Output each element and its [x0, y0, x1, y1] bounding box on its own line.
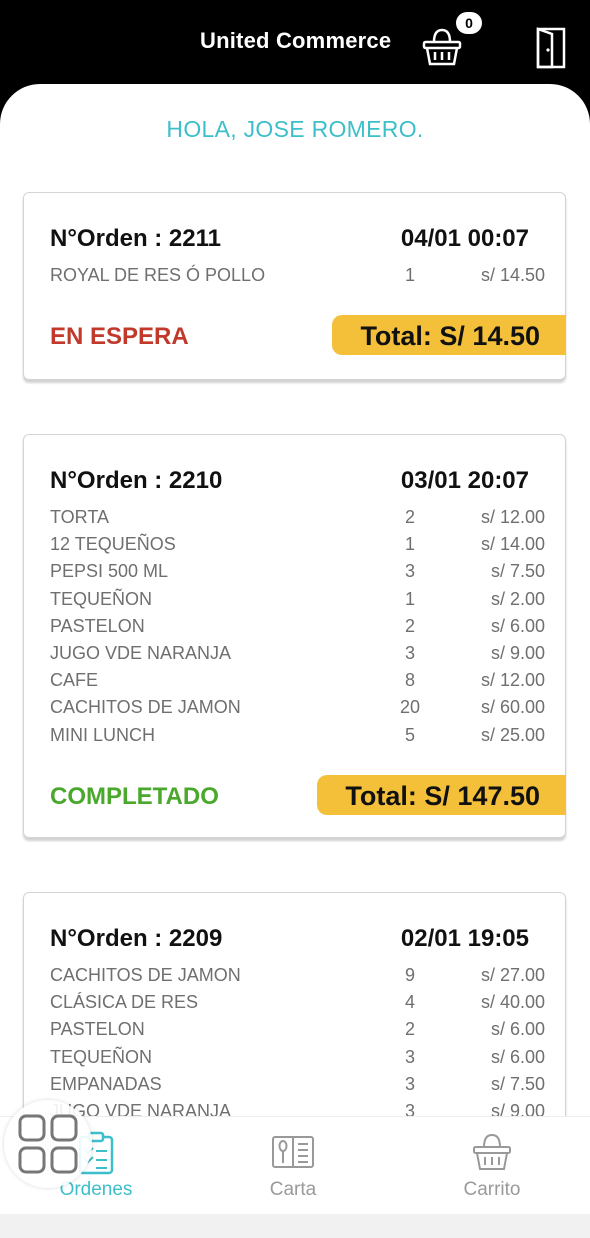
item-qty: 3 — [404, 1100, 415, 1117]
order-item: PEPSI 500 ML 3 s/ 7.50 — [50, 561, 545, 588]
item-name: 12 TEQUEÑOS — [50, 534, 176, 555]
status-badge: EN ESPERA — [50, 323, 189, 350]
item-name: PASTELON — [50, 615, 145, 636]
item-price: s/ 9.00 — [490, 642, 545, 663]
item-name: ROYAL DE RES Ó POLLO — [50, 265, 266, 285]
item-qty: 1 — [404, 588, 415, 609]
order-item: EMPANADAS 3 s/ 7.50 — [50, 1074, 545, 1101]
order-total: Total: S/ 147.50 — [317, 775, 566, 815]
order-item: CACHITOS DE JAMON 20 s/ 60.00 — [50, 697, 545, 724]
item-name: EMPANADAS — [50, 1073, 162, 1094]
order-item: CLÁSICA DE RES 4 s/ 40.00 — [50, 992, 545, 1019]
grid-apps-icon — [18, 1114, 78, 1174]
basket-icon[interactable] — [422, 26, 462, 68]
order-date: 03/01 20:07 — [400, 467, 529, 494]
item-price: s/ 14.50 — [480, 265, 545, 285]
order-card[interactable]: N°Orden : 2211 04/01 00:07 ROYAL DE RES … — [23, 192, 566, 380]
item-price: s/ 6.00 — [490, 615, 545, 636]
order-item: MINI LUNCH 5 s/ 25.00 — [50, 725, 545, 752]
basket-icon — [473, 1133, 511, 1170]
order-item: ROYAL DE RES Ó POLLO 1 s/ 14.50 — [50, 265, 545, 292]
item-qty: 2 — [404, 615, 415, 636]
item-name: TEQUEÑON — [50, 588, 153, 609]
floating-grid-button[interactable] — [4, 1100, 92, 1188]
item-qty: 5 — [404, 724, 415, 745]
item-price: s/ 12.00 — [480, 670, 545, 691]
item-qty: 3 — [404, 1073, 415, 1094]
order-card[interactable]: N°Orden : 2209 02/01 19:05 CACHITOS DE J… — [23, 892, 566, 1117]
order-item: TEQUEÑON 3 s/ 6.00 — [50, 1047, 545, 1074]
order-item: 12 TEQUEÑOS 1 s/ 14.00 — [50, 534, 545, 561]
greeting-text: HOLA, JOSE ROMERO. — [166, 116, 424, 142]
item-name: PASTELON — [50, 1019, 145, 1040]
item-qty: 1 — [404, 534, 415, 555]
door-exit-icon[interactable] — [534, 26, 568, 70]
order-number: N°Orden : 2211 — [50, 225, 221, 252]
gesture-bar — [0, 1214, 590, 1238]
orders-list[interactable]: N°Orden : 2211 04/01 00:07 ROYAL DE RES … — [0, 192, 590, 1117]
nav-carta-label: Carta — [269, 1179, 317, 1200]
item-name: PEPSI 500 ML — [50, 561, 169, 582]
order-total: Total: S/ 14.50 — [332, 315, 566, 355]
menu-book-icon — [272, 1136, 314, 1168]
item-qty: 3 — [404, 642, 415, 663]
item-name: CAFE — [50, 670, 99, 691]
item-name: MINI LUNCH — [50, 724, 156, 745]
item-price: s/ 7.50 — [490, 1073, 545, 1094]
item-name: TORTA — [50, 507, 110, 527]
item-price: s/ 6.00 — [490, 1019, 545, 1040]
order-number: N°Orden : 2210 — [50, 467, 223, 494]
order-item: CAFE 8 s/ 12.00 — [50, 670, 545, 697]
item-name: CLÁSICA DE RES — [50, 992, 199, 1013]
item-name: CACHITOS DE JAMON — [50, 697, 241, 718]
top-bar: United Commerce 0 — [0, 0, 590, 90]
status-badge: COMPLETADO — [50, 783, 219, 810]
item-qty: 3 — [404, 1046, 415, 1067]
item-qty: 8 — [404, 670, 415, 691]
item-name: TEQUEÑON — [50, 1046, 153, 1067]
item-name: CACHITOS DE JAMON — [50, 965, 241, 985]
content-sheet: HOLA, JOSE ROMERO. N°Orden : 2211 04/01 … — [0, 84, 590, 1238]
item-qty: 3 — [404, 561, 415, 582]
order-date: 04/01 00:07 — [400, 225, 529, 252]
order-item: PASTELON 2 s/ 6.00 — [50, 616, 545, 643]
item-qty: 9 — [404, 965, 415, 985]
order-item: TEQUEÑON 1 s/ 2.00 — [50, 589, 545, 616]
item-price: s/ 6.00 — [490, 1046, 545, 1067]
order-item: CACHITOS DE JAMON 9 s/ 27.00 — [50, 965, 545, 992]
nav-carrito[interactable]: Carrito — [432, 1117, 552, 1215]
item-price: s/ 25.00 — [480, 724, 545, 745]
item-qty: 1 — [404, 265, 415, 285]
order-card[interactable]: N°Orden : 2210 03/01 20:07 TORTA 2 s/ 12… — [23, 434, 566, 838]
item-price: s/ 7.50 — [490, 561, 545, 582]
order-item: PASTELON 2 s/ 6.00 — [50, 1019, 545, 1046]
item-price: s/ 14.00 — [480, 534, 545, 555]
order-date: 02/01 19:05 — [400, 925, 529, 952]
order-item: JUGO VDE NARANJA 3 s/ 9.00 — [50, 643, 545, 670]
order-number: N°Orden : 2209 — [50, 925, 223, 952]
order-item: TORTA 2 s/ 12.00 — [50, 507, 545, 534]
item-price: s/ 9.00 — [490, 1100, 545, 1117]
cart-count-badge: 0 — [456, 12, 482, 34]
order-item: JUGO VDE NARANJA 3 s/ 9.00 — [50, 1101, 545, 1117]
nav-carrito-label: Carrito — [463, 1179, 521, 1200]
item-qty: 2 — [404, 507, 415, 527]
item-qty: 20 — [399, 697, 421, 718]
item-name: JUGO VDE NARANJA — [50, 642, 232, 663]
item-qty: 4 — [404, 992, 415, 1013]
item-price: s/ 27.00 — [480, 965, 545, 985]
item-price: s/ 60.00 — [480, 697, 545, 718]
item-price: s/ 12.00 — [480, 507, 545, 527]
app-title: United Commerce — [200, 28, 392, 53]
item-price: s/ 2.00 — [490, 588, 545, 609]
nav-carta[interactable]: Carta — [233, 1117, 353, 1215]
item-price: s/ 40.00 — [480, 992, 545, 1013]
item-qty: 2 — [404, 1019, 415, 1040]
